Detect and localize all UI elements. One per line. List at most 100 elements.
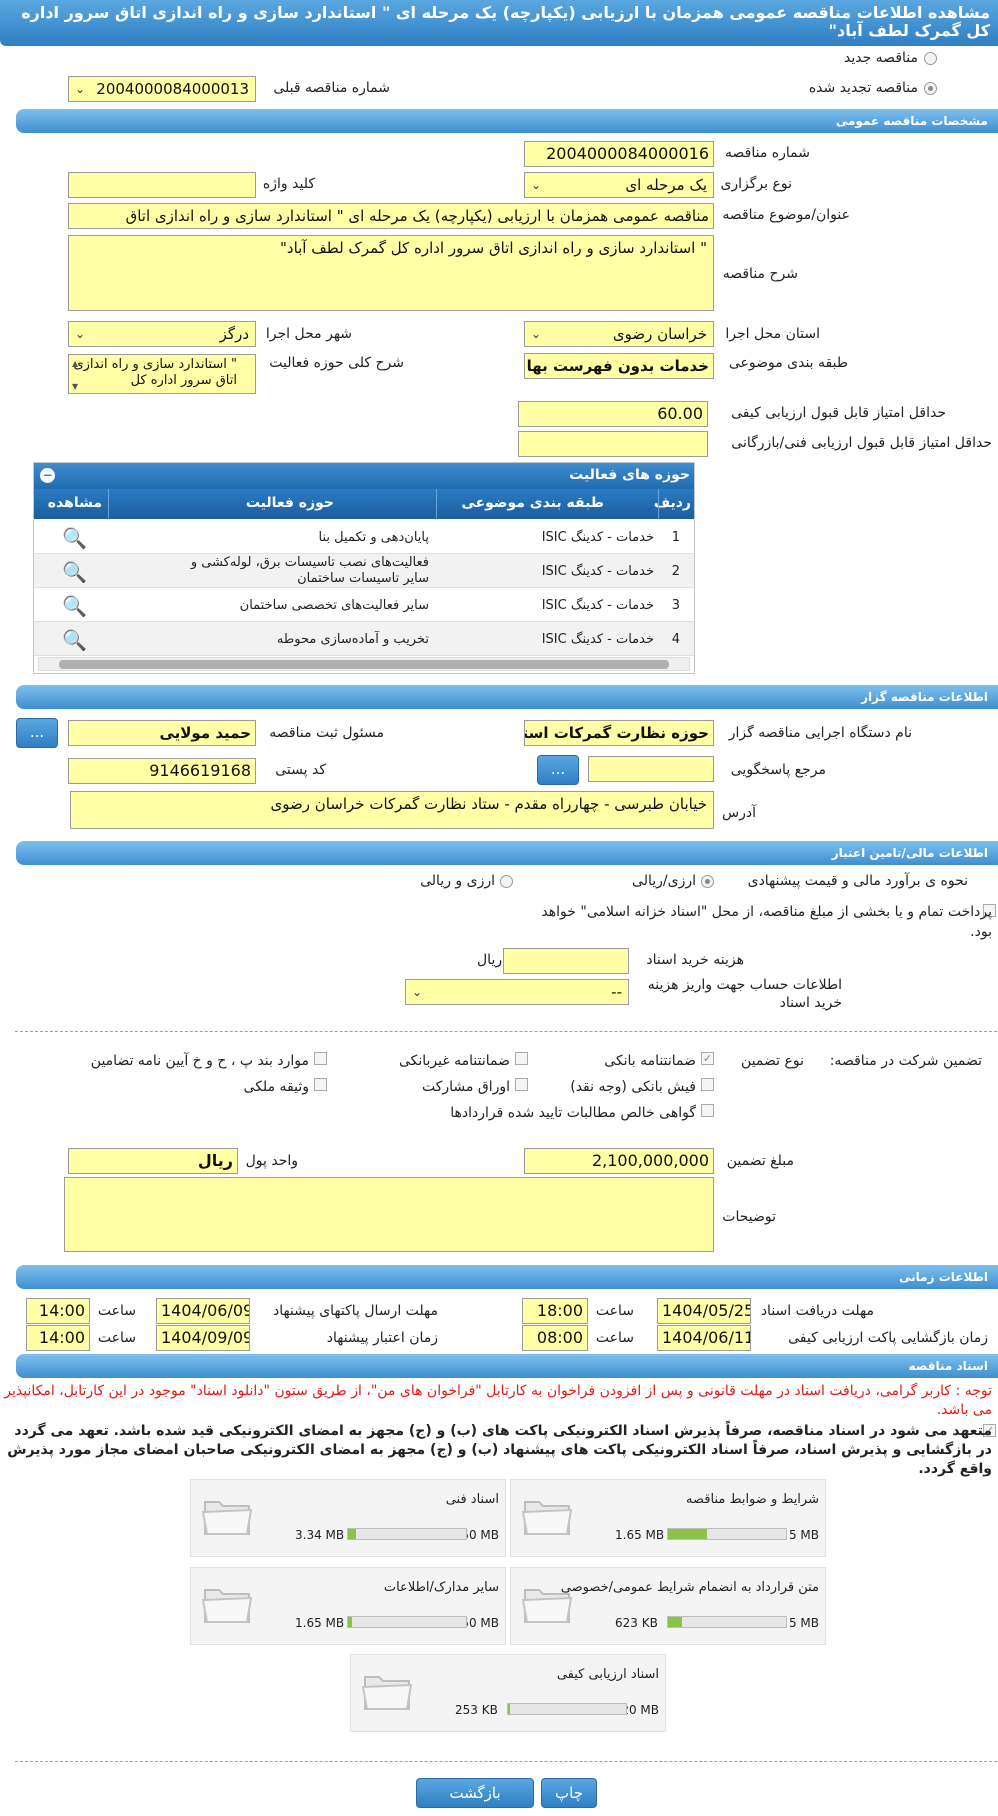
open-date-field[interactable]: 1404/06/11 bbox=[657, 1325, 751, 1351]
address-label: آدرس bbox=[722, 805, 756, 821]
validity-date-field[interactable]: 1404/09/09 bbox=[156, 1325, 250, 1351]
keyword-field[interactable] bbox=[68, 172, 256, 198]
category-field[interactable]: خدمات بدون فهرست بها bbox=[524, 353, 714, 379]
view-icon[interactable]: 🔍 bbox=[62, 560, 87, 584]
doc-box-contract[interactable]: متن قرارداد به انضمام شرایط عمومی/خصوصی … bbox=[510, 1567, 826, 1645]
renewed-tender-label: مناقصه تجدید شده bbox=[808, 80, 918, 96]
send-label: مهلت ارسال پاکتهای پیشنهاد bbox=[272, 1303, 438, 1319]
tender-number-field[interactable]: 2004000084000016 bbox=[524, 141, 714, 167]
subject-label: عنوان/موضوع مناقصه bbox=[722, 207, 850, 223]
validity-time-field[interactable]: 14:00 bbox=[26, 1325, 90, 1351]
notes-field[interactable] bbox=[64, 1177, 714, 1252]
open-time-label: ساعت bbox=[595, 1330, 634, 1346]
description-label: شرح مناقصه bbox=[722, 266, 798, 282]
doc-cost-field[interactable] bbox=[503, 948, 629, 974]
previous-number-select[interactable]: 2004000084000013 ⌄ bbox=[68, 76, 256, 102]
agency-field[interactable]: حوزه نظارت گمرکات استان bbox=[524, 720, 714, 746]
doc-cost-unit: ریال bbox=[477, 952, 503, 968]
fx-option-radio[interactable] bbox=[500, 875, 513, 888]
documents-section-header: اسناد مناقصه bbox=[16, 1354, 998, 1378]
footer-divider bbox=[15, 1761, 997, 1762]
reference-lookup-button[interactable]: ... bbox=[537, 755, 579, 785]
reference-field[interactable] bbox=[588, 756, 714, 782]
fx-option-label: ارزی و ریالی bbox=[420, 873, 495, 889]
min-technical-label: حداقل امتیاز قابل قبول ارزیابی فنی/بازرگ… bbox=[731, 435, 992, 451]
registrar-label: مسئول ثبت مناقصه bbox=[269, 725, 384, 741]
scroll-up-icon[interactable]: ▲ bbox=[72, 356, 78, 372]
send-date-field[interactable]: 1404/06/09 bbox=[156, 1298, 250, 1324]
doc-box-terms[interactable]: شرایط و ضوابط مناقصه 5 MB 1.65 MB bbox=[510, 1479, 826, 1557]
back-button[interactable]: بازگشت bbox=[416, 1778, 534, 1808]
receive-time-label: ساعت bbox=[595, 1303, 634, 1319]
postal-label: کد پستی bbox=[275, 762, 326, 778]
currency-field[interactable]: ریال bbox=[68, 1148, 238, 1174]
province-select[interactable]: خراسان رضوی ⌄ bbox=[524, 321, 714, 347]
folder-icon bbox=[521, 1501, 573, 1535]
section-divider bbox=[15, 1031, 997, 1032]
timing-section-header: اطلاعات زمانی bbox=[16, 1265, 998, 1289]
non-bank-checkbox[interactable] bbox=[515, 1052, 528, 1065]
chevron-down-icon: ⌄ bbox=[75, 82, 86, 96]
doc-cost-label: هزینه خرید اسناد bbox=[646, 952, 744, 968]
holding-type-label: نوع برگزاری bbox=[720, 176, 792, 192]
min-technical-field[interactable] bbox=[518, 431, 708, 457]
subject-field[interactable]: مناقصه عمومی همزمان با ارزیابی (یکپارچه)… bbox=[68, 203, 714, 229]
clauses-checkbox[interactable] bbox=[314, 1052, 327, 1065]
chevron-down-icon: ⌄ bbox=[531, 327, 542, 341]
bank-guarantee-checkbox[interactable]: ✓ bbox=[701, 1052, 714, 1065]
activity-desc-field[interactable]: " استاندارد سازی و راه اندازی اتاق سرور … bbox=[68, 354, 256, 394]
province-label: استان محل اجرا bbox=[725, 326, 820, 342]
general-section-header: مشخصات مناقصه عمومی bbox=[16, 109, 998, 133]
certificate-checkbox[interactable] bbox=[701, 1104, 714, 1117]
activities-grid-header: ردیف طبقه بندی موضوعی حوزه فعالیت مشاهده bbox=[34, 489, 694, 519]
grid-horizontal-scrollbar[interactable] bbox=[38, 657, 690, 671]
view-icon[interactable]: 🔍 bbox=[62, 594, 87, 618]
print-button[interactable]: چاپ bbox=[541, 1778, 597, 1808]
chevron-down-icon: ⌄ bbox=[531, 178, 542, 192]
open-label: زمان بازگشایی پاکت ارزیابی کیفی bbox=[788, 1330, 988, 1346]
receive-date-field[interactable]: 1404/05/25 bbox=[657, 1298, 751, 1324]
city-select[interactable]: درگز ⌄ bbox=[68, 321, 256, 347]
open-time-field[interactable]: 08:00 bbox=[522, 1325, 588, 1351]
postal-field[interactable]: 9146619168 bbox=[68, 758, 256, 784]
amount-field[interactable]: 2,100,000,000 bbox=[524, 1148, 714, 1174]
send-time-field[interactable]: 14:00 bbox=[26, 1298, 90, 1324]
account-select[interactable]: -- ⌄ bbox=[405, 979, 629, 1005]
view-icon[interactable]: 🔍 bbox=[62, 628, 87, 652]
renewed-tender-radio[interactable] bbox=[924, 82, 937, 95]
property-label: وثیقه ملکی bbox=[243, 1079, 309, 1095]
progress-bar bbox=[347, 1616, 467, 1628]
registrar-field[interactable]: حمید مولایی bbox=[68, 720, 256, 746]
view-icon[interactable]: 🔍 bbox=[62, 526, 87, 550]
min-quality-field[interactable]: 60.00 bbox=[518, 401, 708, 427]
doc-box-quality[interactable]: اسناد ارزیابی کیفی 20 MB 253 KB bbox=[350, 1654, 666, 1732]
doc-box-other[interactable]: سایر مدارک/اطلاعات 50 MB 1.65 MB bbox=[190, 1567, 506, 1645]
scroll-down-icon[interactable]: ▼ bbox=[72, 379, 78, 393]
send-time-label: ساعت bbox=[97, 1303, 136, 1319]
new-tender-radio[interactable] bbox=[924, 52, 937, 65]
activities-grid-title: حوزه های فعالیت − bbox=[34, 463, 694, 489]
bank-guarantee-label: ضمانتنامه بانکی bbox=[604, 1053, 696, 1069]
registrar-lookup-button[interactable]: ... bbox=[16, 718, 58, 748]
rial-option-radio[interactable] bbox=[701, 875, 714, 888]
validity-label: زمان اعتبار پیشنهاد bbox=[326, 1330, 438, 1346]
collapse-icon[interactable]: − bbox=[40, 468, 55, 483]
bank-receipt-label: فیش بانکی (وجه نقد) bbox=[570, 1079, 696, 1095]
non-bank-label: ضمانتنامه غیربانکی bbox=[398, 1053, 510, 1069]
documents-warning: توجه : کاربر گرامی، دریافت اسناد در مهلت… bbox=[4, 1383, 992, 1418]
bonds-checkbox[interactable] bbox=[515, 1078, 528, 1091]
col-activity: حوزه فعالیت bbox=[245, 495, 334, 511]
currency-label: واحد پول bbox=[245, 1153, 298, 1169]
progress-bar bbox=[347, 1528, 467, 1540]
receive-time-field[interactable]: 18:00 bbox=[522, 1298, 588, 1324]
property-checkbox[interactable] bbox=[314, 1078, 327, 1091]
bonds-label: اوراق مشارکت bbox=[421, 1079, 510, 1095]
bank-receipt-checkbox[interactable] bbox=[701, 1078, 714, 1091]
description-field[interactable]: " استاندارد سازی و راه اندازی اتاق سرور … bbox=[68, 235, 714, 311]
scrollbar-thumb[interactable] bbox=[59, 660, 669, 669]
city-label: شهر محل اجرا bbox=[265, 326, 352, 342]
chevron-down-icon: ⌄ bbox=[412, 985, 423, 999]
holding-type-select[interactable]: یک مرحله ای ⌄ bbox=[524, 172, 714, 198]
doc-box-technical[interactable]: اسناد فنی 50 MB 3.34 MB bbox=[190, 1479, 506, 1557]
address-field[interactable]: خیابان طبرسی - چهارراه مقدم - ستاد نظارت… bbox=[70, 791, 714, 829]
